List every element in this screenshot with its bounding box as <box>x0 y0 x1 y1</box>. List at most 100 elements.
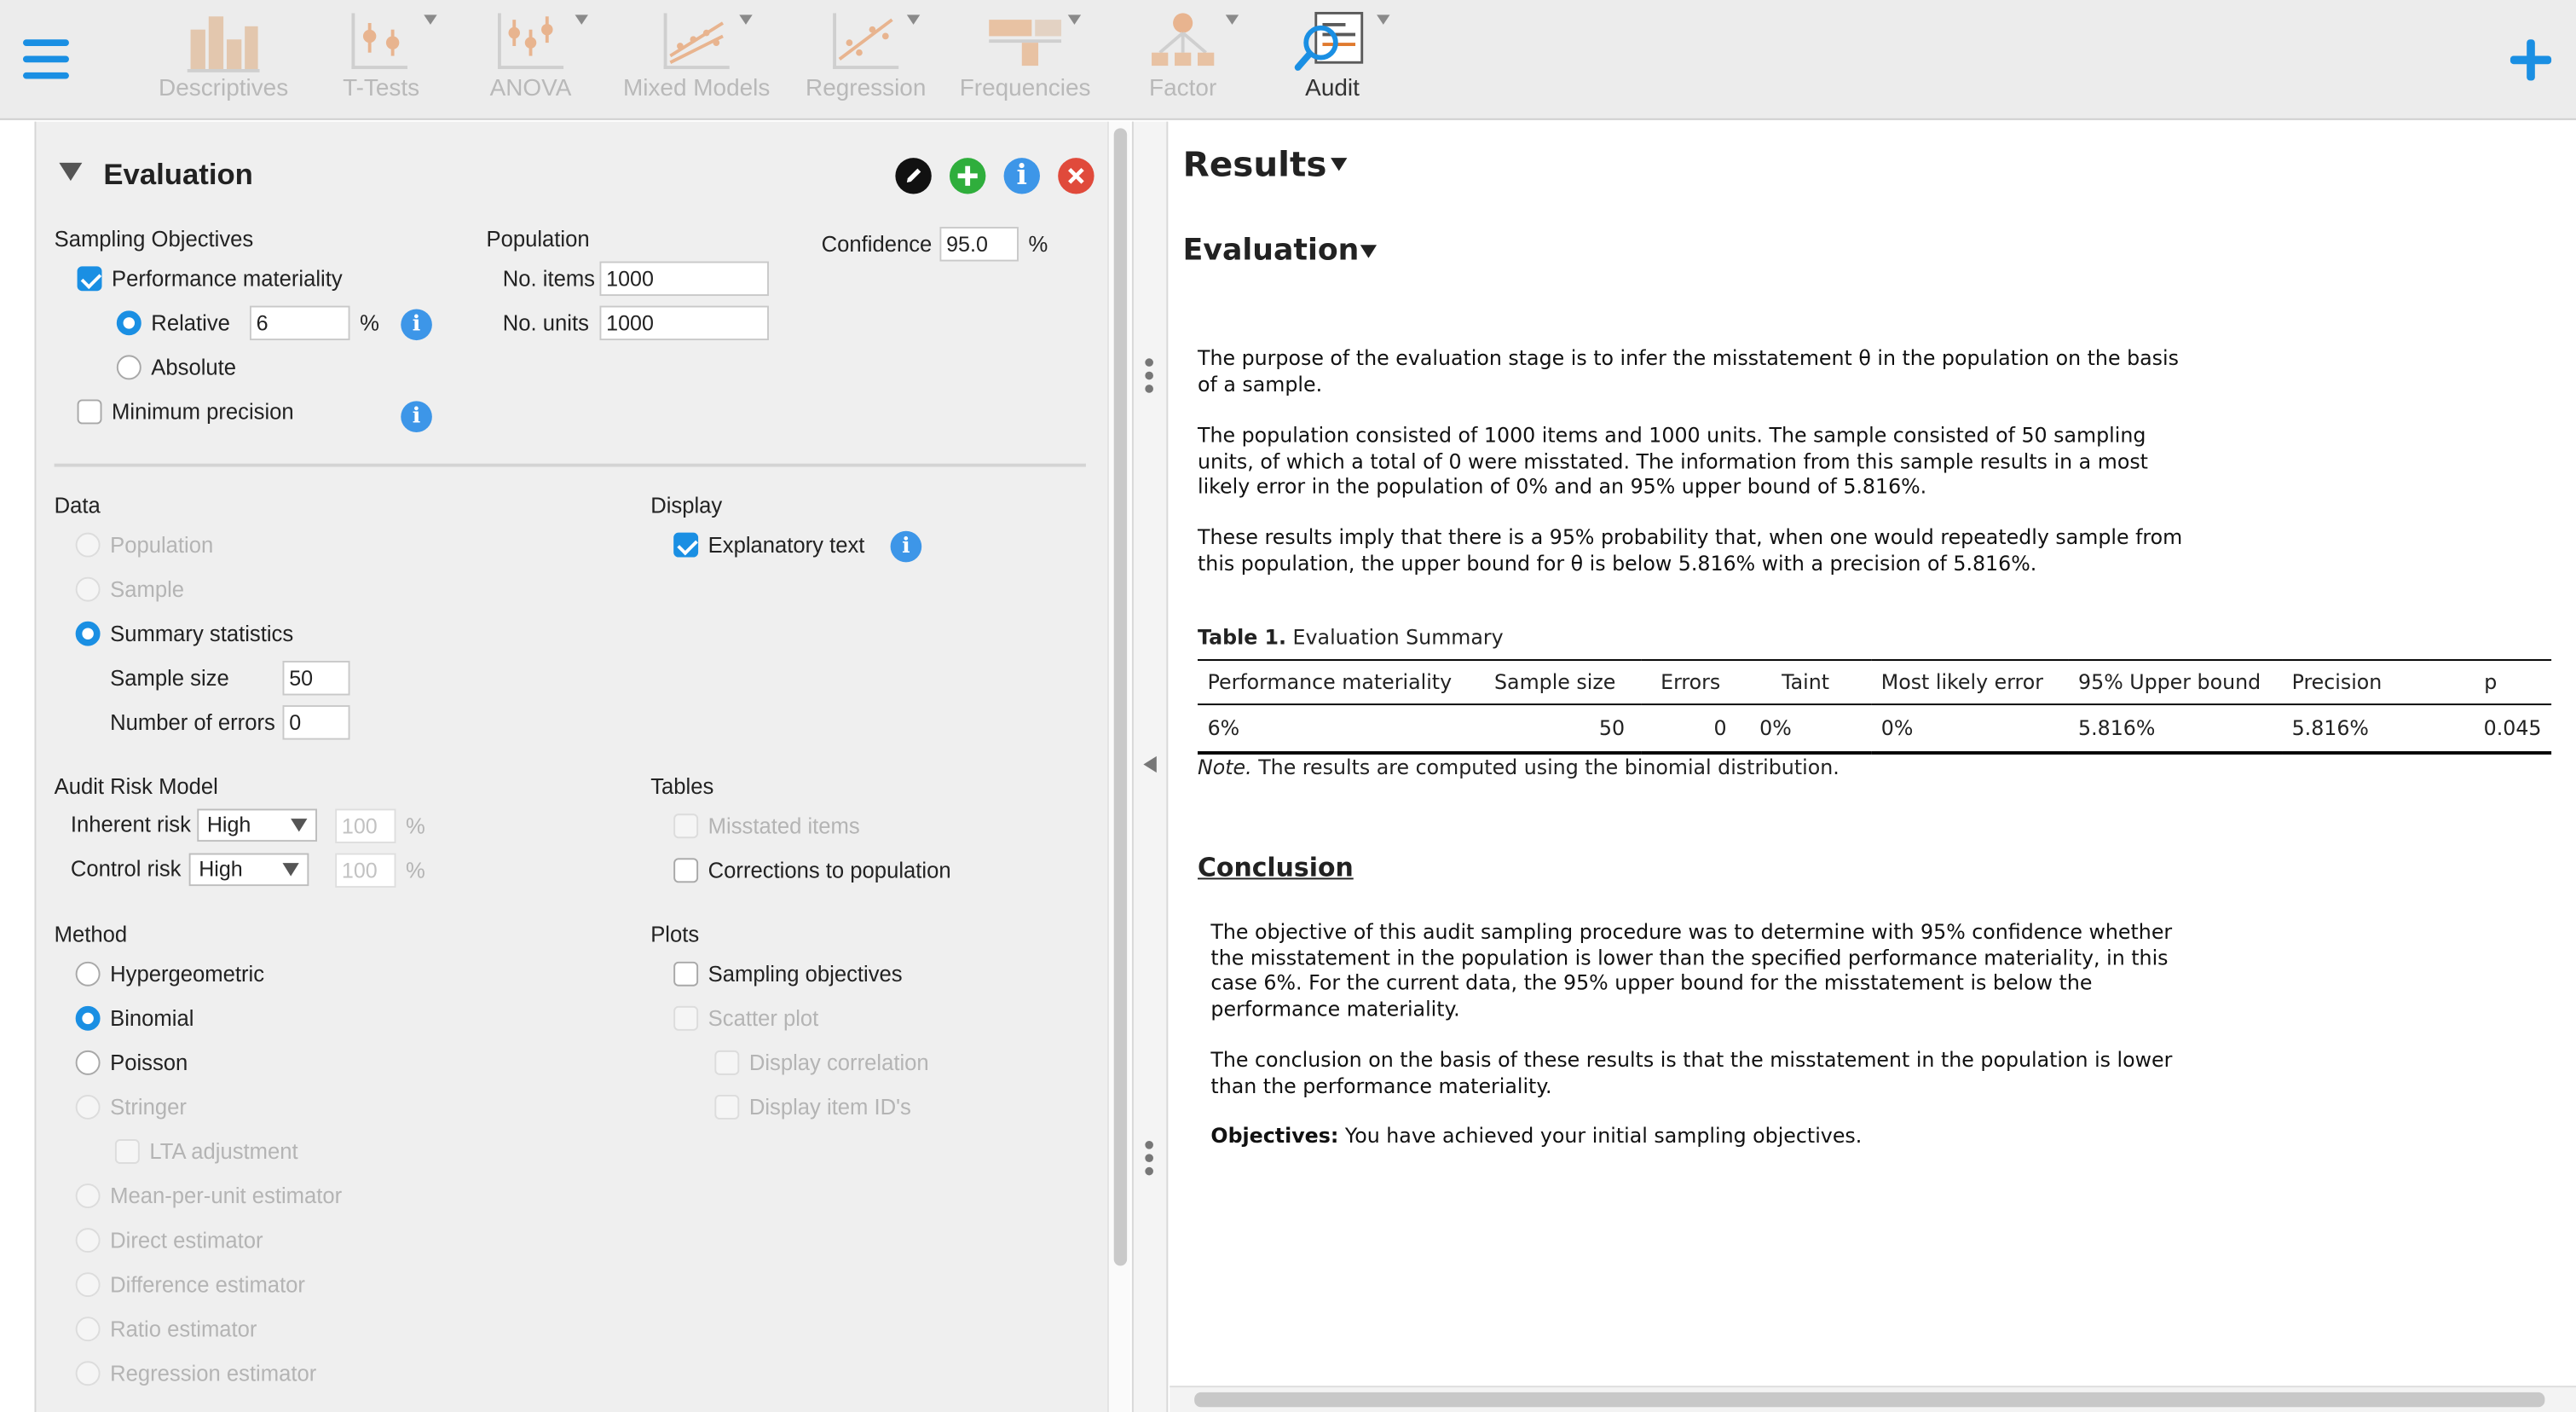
number-of-errors-input[interactable]: 0 <box>282 705 350 740</box>
relative-materiality-input[interactable]: 6 <box>249 305 350 341</box>
panel-splitter[interactable] <box>1131 121 1169 1412</box>
control-risk-percent-input[interactable]: 100 <box>335 853 396 888</box>
inherent-risk-select[interactable]: High <box>197 808 317 842</box>
objectives-label: Objectives: <box>1210 1124 1339 1148</box>
dropdown-arrow-icon[interactable] <box>1377 14 1390 25</box>
explanatory-info-icon[interactable]: i <box>890 530 922 563</box>
sampling-objectives-plot-checkbox[interactable] <box>673 961 699 987</box>
ribbon-audit[interactable]: Audit <box>1288 7 1390 112</box>
dropdown-arrow-icon[interactable] <box>575 14 588 25</box>
precision-info-icon[interactable]: i <box>401 401 432 433</box>
difference-estimator-radio[interactable] <box>75 1272 101 1298</box>
results-menu-arrow-icon[interactable] <box>1331 158 1348 171</box>
stringer-radio[interactable] <box>75 1094 101 1120</box>
ribbon-anova[interactable]: ANOVA <box>477 7 588 112</box>
section-menu-arrow-icon[interactable] <box>1360 245 1378 258</box>
section-divider <box>54 463 1086 467</box>
display-correlation-checkbox[interactable] <box>714 1050 740 1075</box>
summary-statistics-radio[interactable] <box>75 621 101 646</box>
relative-label: Relative <box>151 310 230 336</box>
table-caption-text: Evaluation Summary <box>1286 626 1504 650</box>
objectives-paragraph: Objectives: You have achieved your initi… <box>1210 1125 2196 1150</box>
results-section-title[interactable]: Evaluation <box>1183 234 1360 268</box>
explanatory-text-label: Explanatory text <box>708 532 865 558</box>
ribbon-label: Audit <box>1305 75 1360 102</box>
mean-per-unit-label: Mean-per-unit estimator <box>110 1183 343 1209</box>
lta-adjustment-checkbox[interactable] <box>114 1139 140 1164</box>
explanatory-text-checkbox[interactable] <box>673 532 699 558</box>
dropdown-arrow-icon[interactable] <box>739 14 753 25</box>
drag-handle-icon[interactable] <box>1145 1140 1155 1180</box>
close-icon <box>1068 167 1084 184</box>
absolute-radio[interactable] <box>116 355 142 380</box>
scrollbar-thumb[interactable] <box>1194 1392 2545 1408</box>
inherent-risk-percent-input[interactable]: 100 <box>335 808 396 844</box>
options-vertical-scrollbar[interactable] <box>1107 121 1130 1412</box>
ribbon-mixed-models[interactable]: Mixed Models <box>621 7 772 112</box>
display-item-ids-label: Display item ID's <box>748 1094 911 1120</box>
direct-estimator-label: Direct estimator <box>110 1228 263 1253</box>
drag-handle-icon[interactable] <box>1145 358 1155 397</box>
dropdown-arrow-icon[interactable] <box>424 14 437 25</box>
data-sample-label: Sample <box>110 576 185 602</box>
results-title[interactable]: Results <box>1183 145 1327 184</box>
table-row: 6% 50 0 0% 0% 5.816% 5.816% 0.045 <box>1198 704 2552 754</box>
factor-icon <box>1152 13 1215 67</box>
mixed-models-icon <box>663 13 730 69</box>
regression-estimator-radio[interactable] <box>75 1361 101 1386</box>
add-module-plus-icon[interactable] <box>2507 36 2556 85</box>
corrections-checkbox[interactable] <box>673 858 699 883</box>
minimum-precision-checkbox[interactable] <box>77 399 102 425</box>
scrollbar-thumb[interactable] <box>1113 128 1128 1266</box>
ribbon-t-tests[interactable]: T-Tests <box>322 7 441 112</box>
control-risk-select[interactable]: High <box>188 853 309 887</box>
table-header: Sample size <box>1469 659 1642 706</box>
poisson-radio[interactable] <box>75 1050 101 1075</box>
relative-radio[interactable] <box>116 310 142 336</box>
data-sample-radio[interactable] <box>75 576 101 602</box>
menu-hamburger-icon[interactable] <box>22 39 69 79</box>
lta-adjustment-label: LTA adjustment <box>149 1139 298 1164</box>
mean-per-unit-radio[interactable] <box>75 1183 101 1209</box>
ribbon-descriptives[interactable]: Descriptives <box>147 7 298 112</box>
minimum-precision-label: Minimum precision <box>112 399 294 425</box>
table-cell: 6% <box>1198 704 1470 754</box>
performance-materiality-checkbox[interactable] <box>77 266 102 292</box>
note-text: The results are computed using the binom… <box>1251 755 1840 779</box>
binomial-radio[interactable] <box>75 1005 101 1031</box>
direct-estimator-radio[interactable] <box>75 1228 101 1253</box>
remove-analysis-button[interactable] <box>1058 158 1095 194</box>
ribbon-regression[interactable]: Regression <box>805 7 927 112</box>
ribbon-frequencies[interactable]: Frequencies <box>956 7 1095 112</box>
confidence-input[interactable]: 95.0 <box>939 227 1019 262</box>
sampling-objectives-plot-label: Sampling objectives <box>708 961 903 987</box>
plus-icon <box>957 165 978 186</box>
descriptives-icon <box>187 16 260 72</box>
duplicate-analysis-button[interactable] <box>949 158 986 194</box>
no-items-input[interactable]: 1000 <box>599 261 769 297</box>
data-population-radio[interactable] <box>75 532 101 558</box>
results-horizontal-scrollbar[interactable] <box>1170 1386 2576 1412</box>
no-units-label: No. units <box>502 310 589 336</box>
objectives-text: You have achieved your initial sampling … <box>1338 1124 1863 1148</box>
dropdown-arrow-icon[interactable] <box>1225 14 1239 25</box>
analysis-title[interactable]: Evaluation <box>103 158 252 192</box>
edit-title-button[interactable] <box>895 158 932 194</box>
collapse-triangle-icon[interactable] <box>59 162 83 182</box>
dropdown-arrow-icon[interactable] <box>906 14 921 25</box>
no-units-input[interactable]: 1000 <box>599 305 769 341</box>
collapse-left-icon[interactable] <box>1143 755 1157 773</box>
relative-info-icon[interactable]: i <box>401 309 432 341</box>
misstated-items-checkbox[interactable] <box>673 813 699 839</box>
ribbon-label: ANOVA <box>489 75 572 102</box>
hypergeometric-radio[interactable] <box>75 961 101 987</box>
display-item-ids-checkbox[interactable] <box>714 1094 740 1120</box>
misstated-items-label: Misstated items <box>708 813 860 839</box>
scatter-plot-checkbox[interactable] <box>673 1005 699 1031</box>
dropdown-arrow-icon[interactable] <box>1067 14 1082 25</box>
regression-estimator-label: Regression estimator <box>110 1361 317 1386</box>
ribbon-factor[interactable]: Factor <box>1134 7 1239 112</box>
analysis-info-button[interactable]: i <box>1003 158 1040 194</box>
sample-size-input[interactable]: 50 <box>282 661 350 696</box>
ratio-estimator-radio[interactable] <box>75 1317 101 1342</box>
